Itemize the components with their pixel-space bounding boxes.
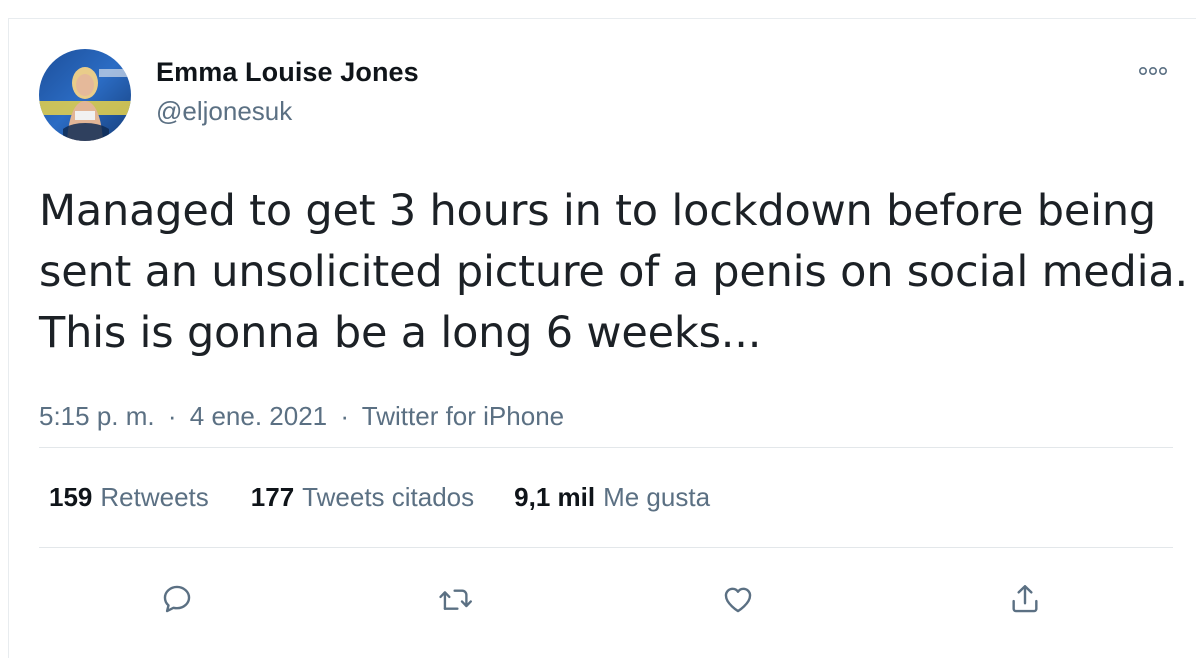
tweet-source[interactable]: Twitter for iPhone bbox=[362, 401, 564, 431]
tweet-text-line: This is gonna be a long 6 weeks... bbox=[39, 308, 762, 358]
author-handle[interactable]: @eljonesuk bbox=[156, 96, 292, 127]
quote-tweets-count: 177 bbox=[250, 482, 295, 512]
tweet-card: Emma Louise Jones @eljonesuk Managed to … bbox=[8, 18, 1196, 658]
heart-icon bbox=[724, 587, 752, 613]
meta-separator: · bbox=[167, 401, 177, 431]
likes-stat[interactable]: 9,1 mil Me gusta bbox=[514, 482, 710, 513]
share-button[interactable] bbox=[1003, 577, 1047, 621]
tweet-time[interactable]: 5:15 p. m. bbox=[39, 401, 155, 431]
quote-tweets-label: Tweets citados bbox=[302, 482, 475, 512]
like-button[interactable] bbox=[716, 577, 760, 621]
divider bbox=[39, 547, 1173, 548]
more-icon bbox=[1138, 66, 1167, 76]
author-display-name[interactable]: Emma Louise Jones bbox=[156, 57, 419, 88]
meta-separator: · bbox=[340, 401, 350, 431]
retweet-icon bbox=[439, 589, 472, 610]
tweet-text-line: Managed to get 3 hours in to lockdown be… bbox=[39, 186, 1156, 236]
avatar-image bbox=[39, 49, 131, 141]
retweet-button[interactable] bbox=[434, 577, 478, 621]
divider bbox=[39, 447, 1173, 448]
retweets-stat[interactable]: 159 Retweets bbox=[49, 482, 209, 513]
tweet-meta: 5:15 p. m. · 4 ene. 2021 · Twitter for i… bbox=[39, 401, 564, 432]
more-options-button[interactable] bbox=[1131, 61, 1175, 81]
quote-tweets-stat[interactable]: 177 Tweets citados bbox=[251, 482, 474, 513]
tweet-text-line: sent an unsolicited picture of a penis o… bbox=[39, 247, 1188, 297]
likes-label: Me gusta bbox=[603, 482, 711, 512]
tweet-date[interactable]: 4 ene. 2021 bbox=[190, 401, 327, 431]
tweet-stats: 159 Retweets 177 Tweets citados 9,1 mil Me … bbox=[49, 482, 710, 513]
retweets-label: Retweets bbox=[100, 482, 209, 512]
avatar[interactable] bbox=[39, 49, 131, 141]
share-icon bbox=[1012, 585, 1038, 613]
retweets-count: 159 bbox=[49, 482, 93, 512]
tweet-text: Managed to get 3 hours in to lockdown be… bbox=[39, 181, 1188, 364]
reply-button[interactable] bbox=[155, 577, 199, 621]
likes-count: 9,1 mil bbox=[514, 482, 596, 512]
reply-icon bbox=[163, 585, 191, 613]
